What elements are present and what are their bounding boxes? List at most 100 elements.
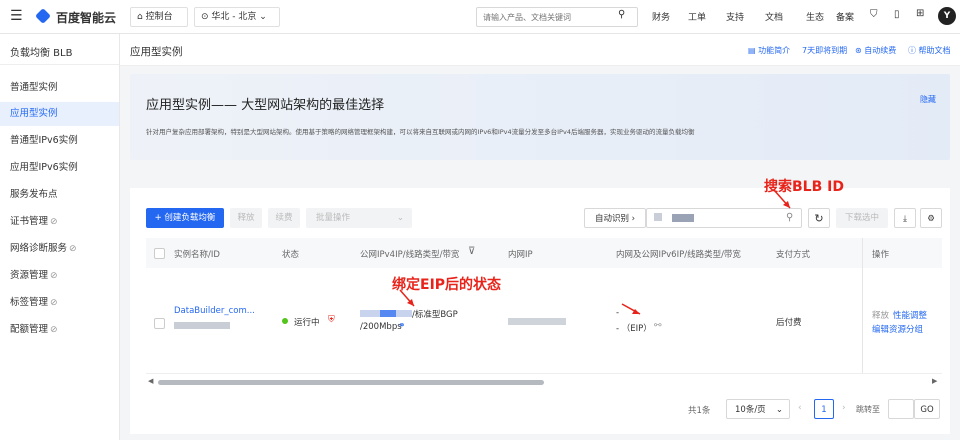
horizontal-scrollbar[interactable] (158, 380, 544, 385)
intro-banner: 应用型实例—— 大型网站架构的最佳选择 隐藏 针对用户复杂应用部署架构，特别是大… (130, 74, 950, 160)
external-link-icon: ⊘ (50, 271, 58, 281)
sidebar-item-quota[interactable]: 配额管理 ⊘ (0, 318, 119, 342)
download-selected-button[interactable]: 下载选中 (836, 208, 888, 228)
search-icon[interactable]: ⚲ (618, 9, 625, 20)
top-bar: ☰ 百度智能云 ⌂ 控制台 ⊙ 华北 - 北京 ⌄ ⚲ 财务 工单 支持 文档 … (0, 0, 960, 34)
message-icon[interactable]: ▯ (894, 9, 900, 20)
nav-finance[interactable]: 财务 (652, 10, 670, 23)
instance-name-link[interactable]: DataBuilder_com... (174, 306, 255, 316)
scroll-left-icon[interactable]: ◀ (148, 377, 153, 385)
sidebar-item-service-point[interactable]: 服务发布点 (0, 183, 119, 207)
download-button[interactable]: ⤓ (894, 208, 916, 228)
search-value-redacted (654, 213, 662, 221)
select-all-checkbox[interactable] (154, 248, 165, 259)
sidebar-item-application[interactable]: 应用型实例 (0, 102, 119, 126)
intro-link[interactable]: ▤ 功能简介 (748, 45, 790, 56)
status-dot (282, 318, 288, 324)
sidebar: 负载均衡 BLB 普通型实例 应用型实例 普通型IPv6实例 应用型IPv6实例… (0, 34, 120, 440)
banner-title: 应用型实例—— 大型网站架构的最佳选择 (146, 98, 385, 113)
renew-button[interactable]: 续费 (268, 208, 300, 228)
sidebar-item-normal[interactable]: 普通型实例 (0, 76, 119, 100)
resize-action[interactable]: 性能调整 (893, 309, 927, 321)
create-button[interactable]: + 创建负载均衡 (146, 208, 224, 228)
external-link-icon: ⊘ (50, 298, 58, 308)
avatar[interactable]: Y (938, 7, 956, 25)
logo-icon (35, 8, 51, 24)
next-page-icon[interactable]: › (842, 403, 846, 413)
refresh-button[interactable]: ↻ (808, 208, 830, 228)
external-link-icon: ⊘ (69, 244, 77, 254)
chevron-right-icon: › (631, 214, 636, 224)
download-icon: ⤓ (903, 214, 907, 224)
sidebar-item-certificate[interactable]: 证书管理 ⊘ (0, 210, 119, 234)
col-status: 状态 (282, 250, 300, 260)
nav-ticket[interactable]: 工单 (688, 10, 706, 23)
sidebar-item-app-ipv6[interactable]: 应用型IPv6实例 (0, 156, 119, 180)
chevron-down-icon: ⌄ (259, 12, 267, 22)
console-button[interactable]: ⌂ 控制台 (130, 7, 188, 27)
auto-renew-link[interactable]: ⊛ 自动续费 (855, 45, 896, 56)
col-public-ipv4: 公网IPv4IP/线路类型/带宽 (360, 250, 460, 260)
logo-text[interactable]: 百度智能云 (56, 9, 116, 26)
language-icon[interactable]: ⊞ (916, 8, 924, 19)
col-payment: 支付方式 (776, 250, 811, 260)
doc-icon: ▤ (748, 46, 756, 55)
col-private-ip: 内网IP (508, 250, 533, 260)
nav-support[interactable]: 支持 (726, 10, 744, 23)
chevron-down-icon: ⌄ (775, 405, 783, 415)
ipv6-line-2: - （EIP） (616, 324, 652, 334)
settings-button[interactable]: ⚙ (920, 208, 942, 228)
sidebar-title: 负载均衡 BLB (10, 48, 73, 59)
arrow-icon (621, 303, 641, 315)
nav-docs[interactable]: 文档 (765, 10, 783, 23)
nav-filing[interactable]: 备案 (836, 10, 854, 23)
payment-text: 后付费 (776, 318, 802, 328)
col-actions: 操作 (872, 250, 890, 260)
total-count: 共1条 (688, 406, 711, 416)
sidebar-item-resource[interactable]: 资源管理 ⊘ (0, 264, 119, 288)
public-ip-redacted (380, 310, 396, 317)
home-icon: ⌂ (137, 12, 143, 22)
row-checkbox[interactable] (154, 318, 165, 329)
page-1-button[interactable]: 1 (814, 399, 834, 419)
expiring-link[interactable]: 7天即将到期 (802, 45, 847, 56)
arrow-icon (399, 289, 415, 307)
jump-page-input[interactable] (888, 399, 914, 419)
page-header: 应用型实例 ▤ 功能简介 7天即将到期 ⊛ 自动续费 ⓘ 帮助文档 (120, 34, 960, 66)
col-ipv6: 内网及公网IPv6IP/线路类型/带宽 (616, 250, 741, 260)
help-docs-link[interactable]: ⓘ 帮助文档 (908, 45, 951, 56)
edit-resource-group-action[interactable]: 编辑资源分组 (872, 323, 923, 335)
shield-icon: ⛨ (328, 315, 335, 325)
sidebar-divider (0, 64, 119, 65)
hide-banner-link[interactable]: 隐藏 (920, 94, 936, 105)
banner-description: 针对用户复杂应用部署架构，特别是大型网站架构。使用基于策略的网络管理框架构建，可… (146, 128, 695, 136)
table-header (146, 238, 942, 268)
instance-id-redacted (174, 322, 230, 329)
prev-page-icon[interactable]: ‹ (798, 403, 802, 413)
search-type-select[interactable]: 自动识别 › (584, 208, 646, 228)
filter-icon[interactable]: ⊽ (468, 246, 475, 257)
nav-ecosystem[interactable]: 生态 (806, 10, 824, 23)
page-size-select[interactable]: 10条/页 ⌄ (726, 399, 790, 419)
cart-icon[interactable]: ⛉ (870, 9, 878, 20)
arrow-icon (773, 189, 791, 209)
menu-icon[interactable]: ☰ (10, 8, 23, 24)
sidebar-item-diagnosis[interactable]: 网络诊断服务 ⊘ (0, 237, 119, 261)
sidebar-item-tags[interactable]: 标签管理 ⊘ (0, 291, 119, 315)
location-icon: ⊙ (201, 12, 209, 22)
region-select[interactable]: ⊙ 华北 - 北京 ⌄ (194, 7, 280, 27)
sidebar-item-normal-ipv6[interactable]: 普通型IPv6实例 (0, 129, 119, 153)
go-button[interactable]: GO (914, 399, 940, 419)
gear-icon: ⚙ (927, 214, 935, 224)
page-title: 应用型实例 (130, 46, 183, 58)
link-icon[interactable]: ⚯ (654, 321, 662, 331)
scroll-right-icon[interactable]: ▶ (932, 377, 937, 385)
global-search-input[interactable] (476, 7, 638, 27)
release-button[interactable]: 释放 (230, 208, 262, 228)
chevron-down-icon: ⌄ (396, 213, 404, 223)
status-text: 运行中 (294, 318, 320, 328)
release-action[interactable]: 释放 (872, 309, 889, 321)
batch-action-select[interactable]: 批量操作 ⌄ (306, 208, 412, 228)
adjust-icon[interactable]: ⚭ (398, 321, 406, 331)
jump-label: 跳转至 (856, 405, 880, 414)
